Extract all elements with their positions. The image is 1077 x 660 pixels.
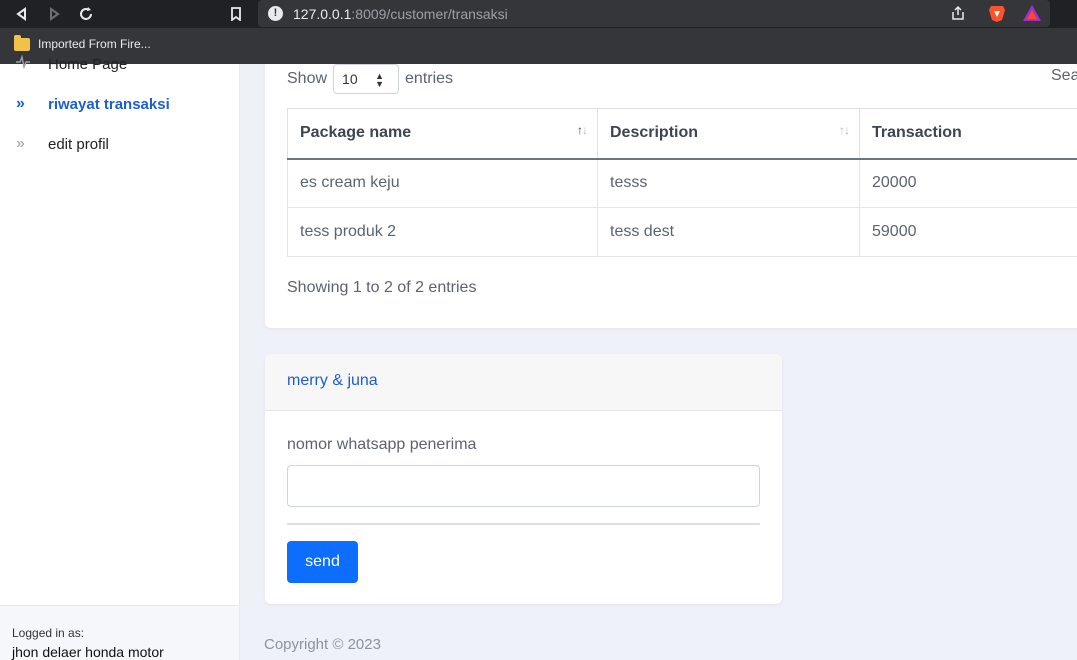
table-row: tess produk 2 tess dest 59000 bbox=[287, 207, 1077, 257]
entries-select[interactable]: 10 ▲ ▼ bbox=[333, 64, 400, 94]
activity-icon bbox=[16, 54, 30, 74]
reload-icon[interactable] bbox=[76, 4, 96, 24]
sort-icon: ↑↓ bbox=[839, 123, 850, 137]
divider bbox=[287, 523, 760, 525]
select-caret-icon: ▲ ▼ bbox=[375, 71, 385, 89]
sidebar-item-home[interactable]: Home Page bbox=[16, 54, 128, 74]
sidebar-item-label: riwayat transaksi bbox=[48, 95, 170, 113]
search-label: Search: bbox=[1051, 67, 1077, 84]
entries-label: entries bbox=[405, 70, 454, 87]
bookmark-label: Imported From Fire... bbox=[38, 37, 151, 51]
sort-icon: ↑↓ bbox=[577, 123, 588, 137]
transactions-card: Show 10 ▲▼ entries Search: Package name … bbox=[265, 64, 1077, 328]
entries-select-value: 10 bbox=[342, 71, 358, 87]
cell-description: tess dest bbox=[597, 207, 860, 257]
logged-in-label: Logged in as: bbox=[12, 626, 85, 640]
cell-package-name: tess produk 2 bbox=[287, 207, 598, 257]
column-header-label: Package name bbox=[300, 124, 412, 142]
show-label: Show bbox=[287, 70, 328, 87]
sidebar-item-riwayat-transaksi[interactable]: » riwayat transaksi bbox=[16, 95, 170, 113]
back-icon[interactable] bbox=[12, 4, 32, 24]
forward-icon[interactable] bbox=[44, 4, 64, 24]
bookmark-icon[interactable] bbox=[226, 4, 246, 24]
whatsapp-number-input[interactable] bbox=[287, 465, 760, 507]
brave-shield-icon[interactable] bbox=[988, 4, 1006, 28]
main-content: Show 10 ▲▼ entries Search: Package name … bbox=[240, 64, 1077, 660]
column-header-description[interactable]: Description ↑↓ bbox=[597, 108, 860, 160]
folder-icon bbox=[14, 34, 30, 51]
sidebar: Home Page » riwayat transaksi » edit pro… bbox=[0, 54, 240, 660]
table-row: es cream keju tesss 20000 bbox=[287, 158, 1077, 208]
chevron-double-right-icon: » bbox=[16, 135, 25, 152]
entries-length-control: Show 10 ▲ ▼ entries bbox=[287, 64, 453, 94]
table-info: Showing 1 to 2 of 2 entries bbox=[287, 279, 477, 296]
share-icon[interactable] bbox=[950, 5, 966, 26]
cell-package-name: es cream keju bbox=[287, 158, 598, 208]
whatsapp-number-label: nomor whatsapp penerima bbox=[287, 436, 477, 453]
table-header-row: Package name ↑↓ Description ↑↓ Transacti… bbox=[287, 108, 1077, 160]
column-header-package-name[interactable]: Package name ↑↓ bbox=[287, 108, 598, 160]
cell-transaction: 59000 bbox=[859, 207, 1077, 257]
url-text: 127.0.0.1:8009/customer/transaksi bbox=[293, 6, 508, 22]
bookmarks-bar: Imported From Fire... bbox=[0, 28, 1077, 64]
browser-toolbar: ! 127.0.0.1:8009/customer/transaksi bbox=[0, 0, 1077, 28]
sidebar-item-label: Home Page bbox=[48, 56, 128, 73]
url-path: :8009/customer/transaksi bbox=[351, 6, 508, 22]
cell-description: tesss bbox=[597, 158, 860, 208]
cell-transaction: 20000 bbox=[859, 158, 1077, 208]
brave-rewards-icon[interactable] bbox=[1022, 4, 1042, 27]
column-header-transaction[interactable]: Transaction bbox=[859, 108, 1077, 160]
column-header-label: Transaction bbox=[872, 124, 962, 142]
sidebar-item-edit-profil[interactable]: » edit profil bbox=[16, 135, 109, 153]
info-icon[interactable]: ! bbox=[268, 6, 283, 21]
address-bar[interactable]: ! 127.0.0.1:8009/customer/transaksi bbox=[258, 0, 1050, 27]
copyright: Copyright © 2023 bbox=[264, 636, 381, 653]
whatsapp-card: merry & juna nomor whatsapp penerima sen… bbox=[265, 354, 782, 604]
sidebar-footer: Logged in as: jhon delaer honda motor bbox=[0, 605, 239, 660]
bookmark-folder[interactable]: Imported From Fire... bbox=[14, 34, 151, 51]
card-title: merry & juna bbox=[265, 354, 782, 411]
logged-in-user: jhon delaer honda motor bbox=[12, 644, 164, 660]
send-button[interactable]: send bbox=[287, 541, 358, 583]
transactions-table: Package name ↑↓ Description ↑↓ Transacti… bbox=[287, 108, 1077, 257]
column-header-label: Description bbox=[610, 124, 699, 142]
url-host: 127.0.0.1 bbox=[293, 6, 352, 22]
sidebar-item-label: edit profil bbox=[48, 135, 109, 153]
chevron-double-right-icon: » bbox=[16, 95, 25, 112]
